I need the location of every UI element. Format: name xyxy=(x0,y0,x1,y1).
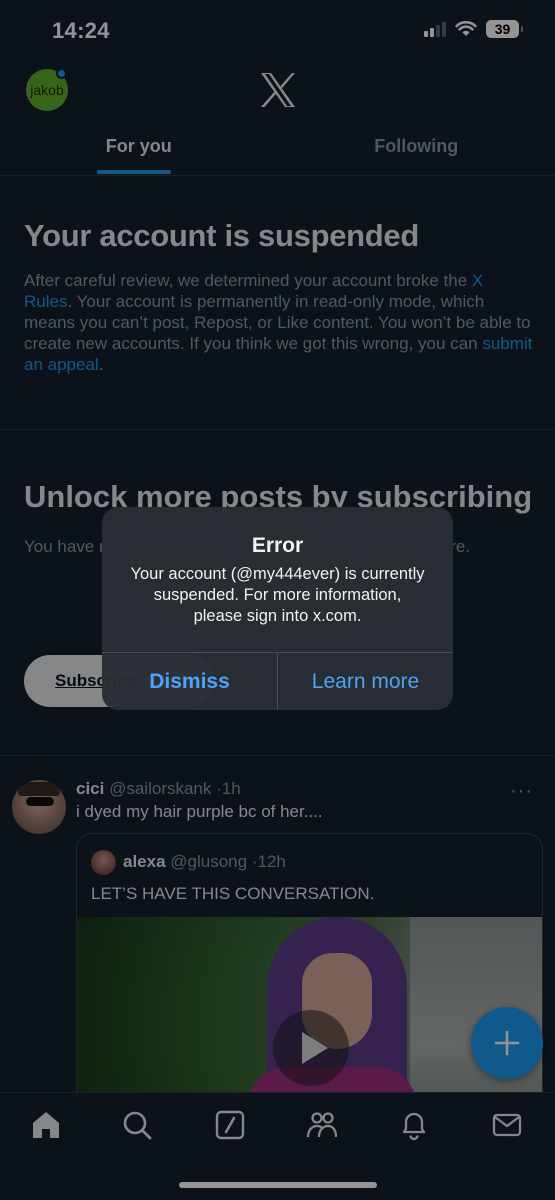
dismiss-label: Dismiss xyxy=(149,669,230,693)
dismiss-button[interactable]: Dismiss xyxy=(102,653,277,710)
error-alert-dialog: Error Your account (@my444ever) is curre… xyxy=(102,507,453,710)
app-screen: 14:24 39 jakob For you Following Your ac… xyxy=(0,0,555,1200)
alert-message: Your account (@my444ever) is currently s… xyxy=(130,565,425,625)
alert-title: Error xyxy=(251,534,304,557)
learn-more-button[interactable]: Learn more xyxy=(278,653,453,710)
learn-more-label: Learn more xyxy=(311,669,420,693)
